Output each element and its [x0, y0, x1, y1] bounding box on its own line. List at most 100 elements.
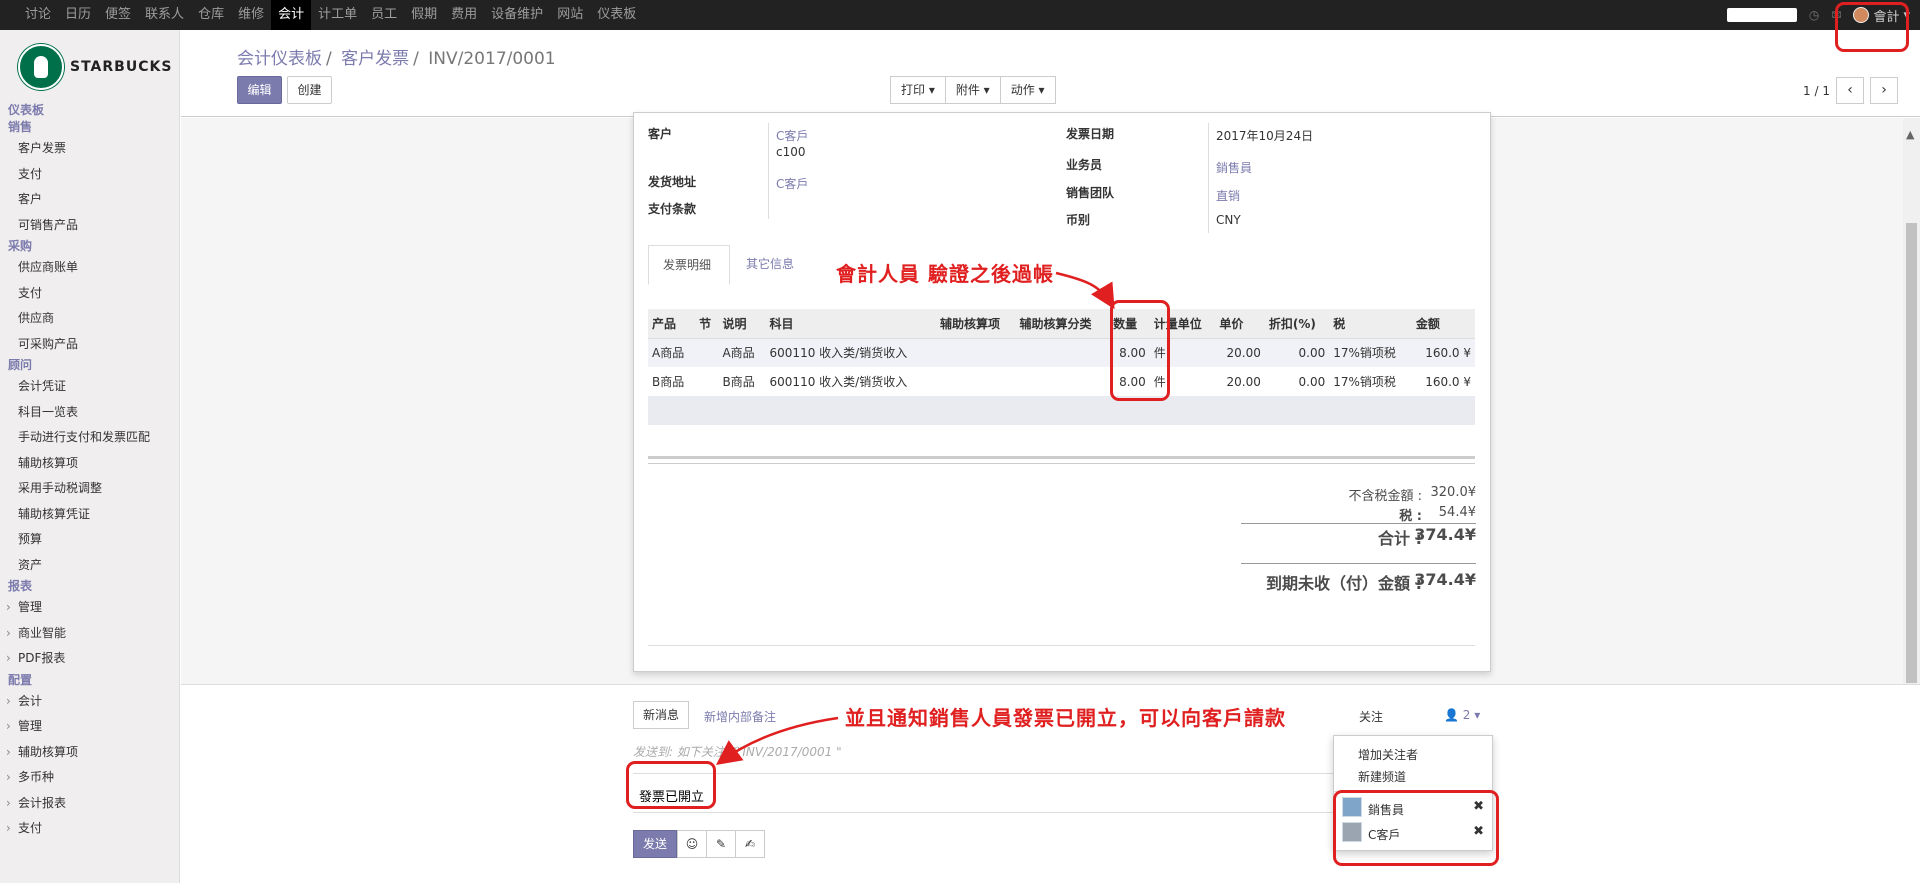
emoji-icon[interactable]: ☺: [677, 830, 707, 858]
form-view: 客户 C客戶 c100 发货地址 C客戶 支付条款 发票日期 2017年10月2…: [181, 112, 1920, 684]
table-row[interactable]: B商品 B商品 600110 收入类/销货收入 8.00 件 20.00 0.00 17%销项…: [648, 367, 1475, 396]
topnav-item[interactable]: 维修: [231, 0, 271, 30]
breadcrumb-invoices[interactable]: 客户发票: [341, 49, 409, 69]
new-message-button[interactable]: 新消息: [633, 701, 689, 729]
sidebar-item[interactable]: 预算: [0, 527, 180, 553]
topnav-item[interactable]: 便签: [98, 0, 138, 30]
search-input[interactable]: [1726, 8, 1797, 22]
column-header[interactable]: 单价: [1215, 309, 1265, 339]
sidebar-section-config[interactable]: 配置: [0, 672, 180, 689]
column-header[interactable]: 税: [1329, 309, 1412, 339]
topnav-item[interactable]: 设备维护: [484, 0, 550, 30]
column-header[interactable]: 节: [695, 309, 719, 339]
edit-button[interactable]: 编辑: [237, 76, 282, 104]
topnav-item[interactable]: 计工单: [311, 0, 364, 30]
sidebar-item[interactable]: 手动进行支付和发票匹配: [0, 425, 180, 451]
log-note-link[interactable]: 新增内部备注: [704, 708, 776, 725]
sidebar-item[interactable]: 辅助核算凭证: [0, 502, 180, 528]
column-header[interactable]: 辅助核算项: [935, 309, 1016, 339]
sidebar-section-purchase[interactable]: 采购: [0, 238, 180, 255]
sidebar-section-dashboard[interactable]: 仪表板: [0, 102, 180, 119]
topnav-item[interactable]: 仪表板: [590, 0, 643, 30]
topnav-item[interactable]: 会计: [271, 0, 312, 30]
topnav-item[interactable]: 假期: [404, 0, 444, 30]
topnav-item[interactable]: 费用: [444, 0, 484, 30]
sidebar-item[interactable]: 会计: [0, 689, 180, 715]
sidebar-section-sales[interactable]: 销售: [0, 119, 180, 136]
sidebar-item[interactable]: 科目一览表: [0, 400, 180, 426]
topnav-item[interactable]: 员工: [364, 0, 404, 30]
sidebar-item[interactable]: 多币种: [0, 765, 180, 791]
breadcrumb-dashboard[interactable]: 会计仪表板: [237, 49, 322, 69]
topnav-item[interactable]: 仓库: [191, 0, 231, 30]
sidebar-item[interactable]: 商业智能: [0, 621, 180, 647]
column-header[interactable]: 说明: [718, 309, 766, 339]
topnav-item[interactable]: 联系人: [138, 0, 191, 30]
sidebar-item[interactable]: 采用手动税调整: [0, 476, 180, 502]
column-header[interactable]: 科目: [765, 309, 936, 339]
column-header[interactable]: 金额: [1411, 309, 1475, 339]
expand-composer-icon[interactable]: ✍: [735, 830, 765, 858]
message-composer[interactable]: 發票已開立: [633, 773, 1350, 813]
column-header[interactable]: 产品: [648, 309, 696, 339]
sidebar-section-advisor[interactable]: 顾问: [0, 357, 180, 374]
tab-invoice-lines[interactable]: 发票明细: [648, 245, 730, 285]
add-line-row[interactable]: [648, 396, 1475, 425]
sidebar-section-reports[interactable]: 报表: [0, 578, 180, 595]
sidebar-item[interactable]: 可销售产品: [0, 213, 180, 239]
sidebar-item[interactable]: 可采购产品: [0, 332, 180, 358]
sidebar-item[interactable]: 客户发票: [0, 136, 180, 162]
add-follower-item[interactable]: 增加关注者: [1358, 746, 1418, 763]
add-channel-item[interactable]: 新建频道: [1358, 768, 1406, 785]
field-divider: [1208, 123, 1209, 233]
follow-button[interactable]: 关注: [1359, 708, 1383, 725]
sidebar-item[interactable]: 管理: [0, 595, 180, 621]
pager-prev-button[interactable]: ‹: [1836, 77, 1864, 104]
scrollbar[interactable]: ▲: [1903, 118, 1920, 684]
sidebar-item[interactable]: 会计报表: [0, 791, 180, 817]
sheet-divider: [648, 645, 1475, 646]
sidebar-item[interactable]: 客户: [0, 187, 180, 213]
action-dropdown[interactable]: 动作 ▾: [999, 76, 1056, 104]
sidebar-item[interactable]: 管理: [0, 714, 180, 740]
sales-team-link[interactable]: 直销: [1216, 187, 1240, 204]
action-button-group: 打印 ▾ 附件 ▾ 动作 ▾: [890, 76, 1056, 104]
tab-other-info[interactable]: 其它信息: [732, 245, 808, 285]
attachment-dropdown[interactable]: 附件 ▾: [944, 76, 1001, 104]
table-row[interactable]: A商品 A商品 600110 收入类/销货收入 8.00 件 20.00 0.00 17%销项…: [648, 338, 1475, 367]
pager-next-button[interactable]: ›: [1870, 77, 1898, 104]
sidebar-item[interactable]: 供应商: [0, 306, 180, 332]
sidebar-item[interactable]: 支付: [0, 281, 180, 307]
pager-value: 1 / 1: [1803, 83, 1830, 98]
print-dropdown[interactable]: 打印 ▾: [890, 76, 946, 104]
sidebar-item[interactable]: 会计凭证: [0, 374, 180, 400]
salesperson-link[interactable]: 銷售員: [1216, 159, 1252, 176]
followers-dropdown[interactable]: 👤 2 ▾: [1444, 708, 1480, 722]
invoice-date-value[interactable]: 2017年10月24日: [1216, 127, 1313, 144]
shipping-address-link[interactable]: C客戶: [776, 175, 808, 192]
annotation-text-notify: 並且通知銷售人員發票已開立，可以向客戶請款: [845, 706, 1286, 730]
topnav-item[interactable]: 日历: [58, 0, 98, 30]
sidebar-item[interactable]: 支付: [0, 816, 180, 842]
table-cell: [648, 396, 1475, 425]
column-header[interactable]: 折扣(%): [1264, 309, 1330, 339]
sidebar-item[interactable]: 辅助核算项: [0, 451, 180, 477]
sidebar-item[interactable]: 辅助核算项: [0, 740, 180, 766]
sidebar-item[interactable]: 供应商账单: [0, 255, 180, 281]
paperclip-icon[interactable]: ✎: [706, 830, 736, 858]
scroll-up-icon[interactable]: ▲: [1906, 128, 1914, 141]
clock-icon[interactable]: ◷: [1809, 8, 1819, 22]
sidebar-item[interactable]: 支付: [0, 162, 180, 188]
top-navbar: 讨论 日历 便签 联系人 仓库 维修 会计 计工单 员工 假期 费用 设备维护 网站 仪表板 ◷ ✉ 會計…: [0, 0, 1920, 30]
topnav-item[interactable]: 网站: [550, 0, 590, 30]
send-button[interactable]: 发送: [633, 830, 677, 858]
sidebar-item[interactable]: 资产: [0, 553, 180, 579]
create-button[interactable]: 创建: [287, 76, 332, 104]
customer-link[interactable]: C客戶: [776, 127, 808, 144]
sidebar-item[interactable]: PDF报表: [0, 646, 180, 672]
annotation-text-post: 會計人員 驗證之後過帳: [836, 262, 1054, 286]
column-header[interactable]: 辅助核算分类: [1015, 309, 1110, 339]
table-cell: B商品: [722, 375, 755, 389]
topnav-item[interactable]: 讨论: [18, 0, 58, 30]
scrollbar-thumb[interactable]: [1906, 223, 1917, 683]
